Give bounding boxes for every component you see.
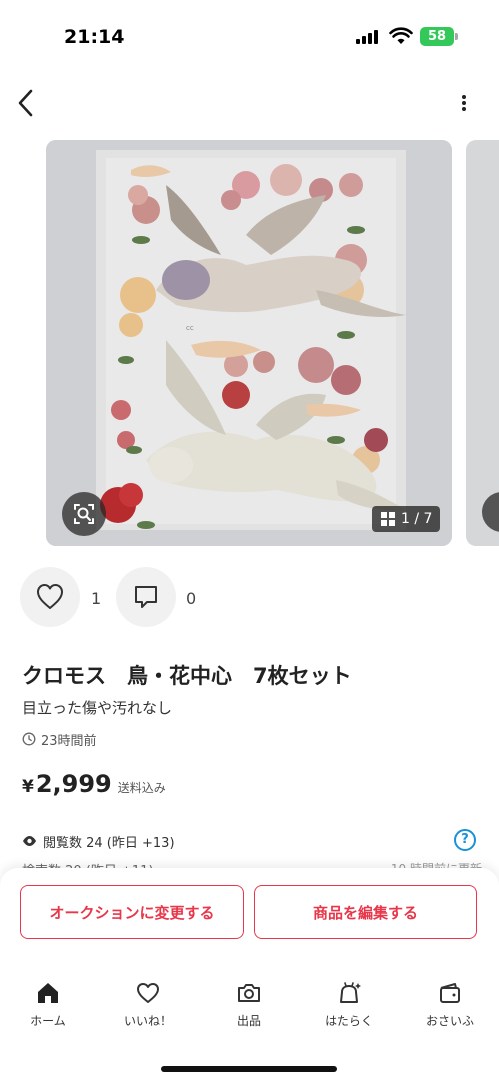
shipping-label: 送料込み <box>117 781 166 795</box>
wifi-icon <box>389 27 413 44</box>
edit-item-button[interactable]: 商品を編集する <box>254 885 477 939</box>
tab-wallet-label: おさいふ <box>425 1014 474 1028</box>
comment-count: 0 <box>186 589 197 608</box>
tab-sell-label: 出品 <box>236 1014 261 1028</box>
bottom-action-sheet: オークションに変更する 商品を編集する ホーム いいね！ 出品 はたらく おさい… <box>0 868 499 1080</box>
wallet-icon <box>440 983 460 1003</box>
image-gallery[interactable]: cc 1 / 7 <box>0 140 499 546</box>
posted-time-text: 23時間前 <box>41 733 97 749</box>
tab-likes-label: いいね！ <box>123 1014 172 1028</box>
product-image: cc <box>46 140 452 546</box>
home-indicator <box>161 1066 337 1072</box>
heart-icon <box>37 584 63 609</box>
clock-icon <box>22 732 36 746</box>
view-stats-text: 閲覧数 24 (昨日 +13) <box>43 835 175 851</box>
heart-icon <box>137 983 159 1003</box>
image-counter: 1 / 7 <box>372 506 441 532</box>
more-options-button[interactable] <box>452 88 478 118</box>
posted-time: 23時間前 <box>22 730 97 749</box>
view-stats: 閲覧数 24 (昨日 +13) <box>22 832 175 851</box>
next-image-search-icon <box>482 492 499 532</box>
battery-tip <box>455 33 458 40</box>
like-button[interactable] <box>20 567 80 627</box>
tab-sell[interactable]: 出品 <box>214 978 284 1034</box>
tab-likes[interactable]: いいね！ <box>113 978 183 1034</box>
camera-icon <box>238 984 260 1002</box>
image-search-button[interactable] <box>62 492 106 536</box>
comment-icon <box>135 586 157 608</box>
product-title: クロモス 鳥・花中心 7枚セット <box>22 664 352 688</box>
tab-work-label: はたらく <box>325 1014 373 1028</box>
chevron-left-icon <box>18 89 33 117</box>
image-search-icon <box>74 504 94 524</box>
product-condition: 目立った傷や汚れなし <box>22 699 173 717</box>
battery-level: 58 <box>420 27 454 46</box>
product-photo[interactable]: cc 1 / 7 <box>46 140 452 546</box>
price-currency: ¥ <box>22 777 34 797</box>
grid-icon <box>381 512 395 526</box>
back-button[interactable] <box>10 84 44 122</box>
signal-icon <box>356 30 382 44</box>
comment-button[interactable] <box>116 567 176 627</box>
svg-text:cc: cc <box>186 324 194 332</box>
tab-work[interactable]: はたらく <box>314 978 384 1034</box>
eye-icon <box>23 836 36 846</box>
price: ¥ 2,999 送料込み <box>22 770 166 798</box>
change-to-auction-button[interactable]: オークションに変更する <box>20 885 244 939</box>
tab-home-label: ホーム <box>30 1014 66 1028</box>
next-product-photo[interactable] <box>466 140 499 546</box>
tab-wallet[interactable]: おさいふ <box>415 978 485 1034</box>
status-time: 21:14 <box>64 26 125 48</box>
like-count: 1 <box>91 589 102 608</box>
image-counter-text: 1 / 7 <box>401 511 433 527</box>
price-value: 2,999 <box>35 770 112 798</box>
home-icon <box>38 983 58 1003</box>
tab-bar: ホーム いいね！ 出品 はたらく おさいふ <box>0 978 499 1038</box>
status-bar: 21:14 58 <box>0 0 499 70</box>
tab-home[interactable]: ホーム <box>13 978 83 1034</box>
work-icon <box>340 982 361 1003</box>
help-icon[interactable]: ? <box>454 829 476 851</box>
